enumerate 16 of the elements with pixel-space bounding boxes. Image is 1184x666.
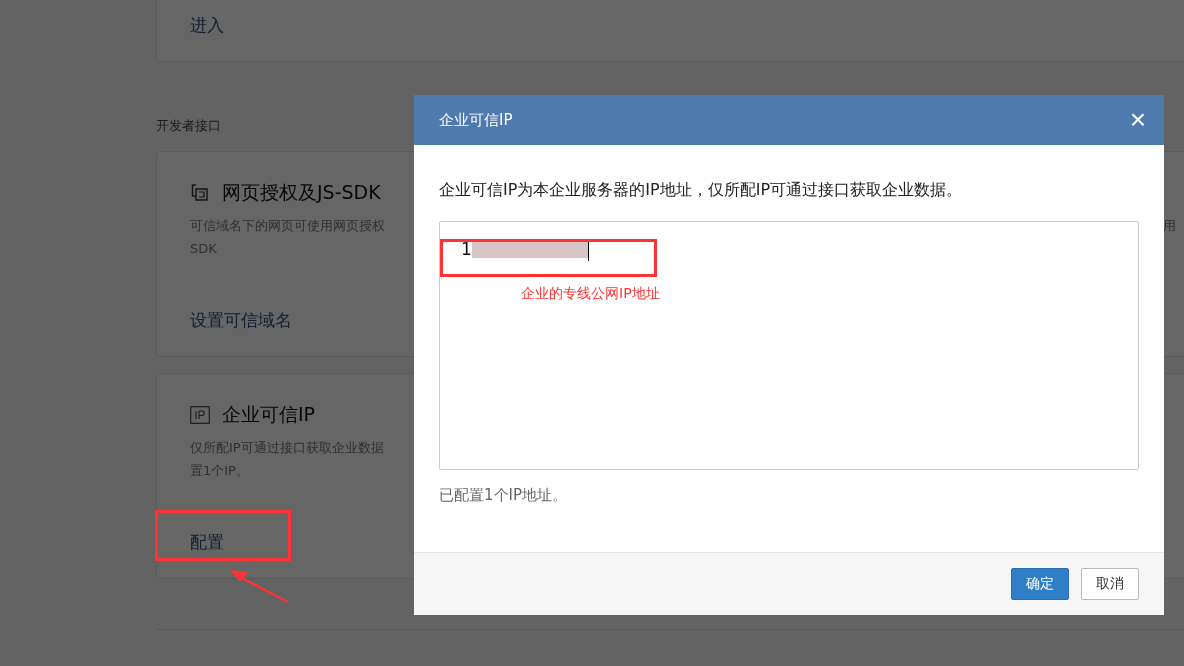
configure-link[interactable]: 配置 xyxy=(190,531,224,554)
confirm-button[interactable]: 确定 xyxy=(1011,568,1069,600)
cancel-button[interactable]: 取消 xyxy=(1081,568,1139,600)
arrow-icon xyxy=(228,568,290,604)
dialog-description: 企业可信IP为本企业服务器的IP地址，仅所配IP可通过接口获取企业数据。 xyxy=(439,180,964,201)
card-title: 网页授权及JS-SDK xyxy=(222,180,381,205)
card-title: 企业可信IP xyxy=(222,402,316,427)
domain-link[interactable]: 设置可信域名 xyxy=(190,309,292,332)
enter-link[interactable]: 进入 xyxy=(190,14,224,37)
copy-icon xyxy=(190,183,210,203)
section-title: 开发者接口 xyxy=(156,117,221,135)
dialog-title: 企业可信IP xyxy=(439,110,513,130)
annotation-label: 企业的专线公网IP地址 xyxy=(521,285,660,303)
close-button[interactable]: × xyxy=(1129,106,1146,134)
ip-count-note: 已配置1个IP地址。 xyxy=(439,486,568,505)
ip-icon xyxy=(190,406,210,424)
